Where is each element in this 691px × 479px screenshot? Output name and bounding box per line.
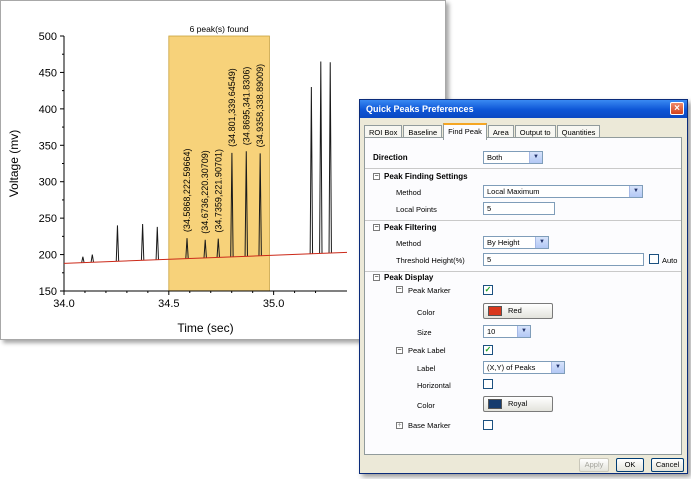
threshold-input[interactable]: 5	[483, 253, 644, 266]
collapse-icon[interactable]: −	[373, 274, 380, 281]
peak-spike	[81, 256, 85, 263]
y-tick-label: 300	[39, 177, 57, 189]
label-type-label: Label	[417, 364, 436, 373]
filtering-method-value: By Height	[487, 238, 520, 247]
direction-label: Direction	[373, 153, 408, 162]
divider	[365, 271, 681, 272]
chevron-down-icon: ▼	[517, 326, 530, 337]
peak-spike	[155, 226, 159, 260]
roi-label: 6 peak(s) found	[190, 24, 249, 34]
peak-marker-label: Peak Marker	[408, 286, 451, 295]
marker-color-label: Color	[417, 308, 435, 317]
peak-filtering-section: Peak Filtering	[384, 223, 437, 232]
peak-marker-checkbox[interactable]: ✓	[483, 285, 493, 295]
y-tick-label: 350	[39, 140, 57, 152]
peak-label: (34.6736,220.30709)	[200, 150, 210, 234]
peak-label-label: Peak Label	[408, 346, 446, 355]
auto-label: Auto	[662, 256, 678, 265]
finding-method-value: Local Maximum	[487, 187, 540, 196]
chevron-down-icon: ▼	[629, 186, 642, 197]
quick-peaks-dialog: Quick Peaks Preferences × ROI Box Baseli…	[359, 99, 688, 474]
label-type-value: (X,Y) of Peaks	[487, 363, 536, 372]
peak-label: (34.5868,222.59664)	[182, 149, 192, 233]
horizontal-label: Horizontal	[417, 381, 451, 390]
peak-label: (34.7359,221.90701)	[213, 149, 223, 233]
dialog-titlebar[interactable]: Quick Peaks Preferences ×	[360, 100, 687, 118]
color-swatch	[488, 399, 502, 409]
marker-color-value: Red	[508, 306, 522, 315]
peak-spike	[140, 223, 145, 261]
collapse-icon[interactable]: −	[396, 286, 403, 293]
horizontal-checkbox[interactable]	[483, 379, 493, 389]
y-axis-label: Voltage (mv)	[7, 130, 21, 197]
label-color-button[interactable]: Royal	[483, 396, 553, 412]
x-tick-label: 34.5	[158, 298, 179, 310]
direction-select[interactable]: Both ▼	[483, 151, 543, 164]
y-tick-label: 200	[39, 250, 57, 262]
y-tick-label: 500	[39, 31, 57, 43]
direction-value: Both	[487, 153, 503, 162]
chevron-down-icon: ▼	[535, 237, 548, 248]
x-tick-label: 34.0	[53, 298, 74, 310]
peak-spike	[115, 225, 120, 262]
marker-size-select[interactable]: 10 ▼	[483, 325, 531, 338]
marker-size-value: 10	[487, 327, 496, 336]
tab-strip: ROI Box Baseline Find Peak Area Output t…	[364, 123, 601, 140]
label-color-value: Royal	[508, 399, 528, 408]
threshold-label: Threshold Height(%)	[396, 256, 465, 265]
dialog-title: Quick Peaks Preferences	[366, 104, 474, 114]
marker-size-label: Size	[417, 328, 432, 337]
label-color-label: Color	[417, 401, 435, 410]
peak-label-checkbox[interactable]: ✓	[483, 345, 493, 355]
peak-label: (34.8695,341.8306)	[241, 67, 251, 146]
y-tick-label: 150	[39, 286, 57, 298]
chevron-down-icon: ▼	[529, 152, 542, 163]
auto-checkbox[interactable]	[649, 254, 659, 264]
marker-color-button[interactable]: Red	[483, 303, 553, 319]
collapse-icon[interactable]: −	[373, 224, 380, 231]
peak-label: (34.9358,338.89009)	[255, 64, 265, 148]
tab-find-peak[interactable]: Find Peak	[443, 123, 487, 140]
filtering-method-select[interactable]: By Height ▼	[483, 236, 549, 249]
peak-label: (34.801,339.64549)	[227, 68, 237, 147]
finding-method-label: Method	[396, 188, 422, 197]
peak-display-section: Peak Display	[384, 273, 434, 282]
y-tick-label: 250	[39, 213, 57, 225]
base-marker-label: Base Marker	[408, 421, 451, 430]
peak-spike	[319, 61, 323, 254]
close-icon[interactable]: ×	[670, 102, 684, 115]
finding-method-select[interactable]: Local Maximum ▼	[483, 185, 643, 198]
peak-finding-section: Peak Finding Settings	[384, 172, 468, 181]
peak-spike	[328, 62, 332, 254]
apply-button[interactable]: Apply	[579, 458, 609, 472]
collapse-icon[interactable]: −	[373, 173, 380, 180]
y-tick-label: 400	[39, 104, 57, 116]
divider	[365, 220, 681, 221]
ok-button[interactable]: OK	[616, 458, 644, 472]
x-axis-label: Time (sec)	[177, 321, 233, 335]
filtering-method-label: Method	[396, 239, 422, 248]
label-type-select[interactable]: (X,Y) of Peaks ▼	[483, 361, 565, 374]
expand-icon[interactable]: +	[396, 422, 403, 429]
peak-spike	[309, 86, 314, 254]
local-points-label: Local Points	[396, 205, 437, 214]
peak-spike	[90, 254, 94, 263]
y-tick-label: 450	[39, 67, 57, 79]
local-points-input[interactable]: 5	[483, 202, 555, 215]
divider	[365, 168, 681, 169]
chevron-down-icon: ▼	[551, 362, 564, 373]
find-peak-panel: Direction Both ▼ − Peak Finding Settings…	[364, 137, 682, 455]
collapse-icon[interactable]: −	[396, 347, 403, 354]
x-tick-label: 35.0	[263, 298, 284, 310]
base-marker-checkbox[interactable]	[483, 420, 493, 430]
color-swatch	[488, 306, 502, 316]
cancel-button[interactable]: Cancel	[651, 458, 684, 472]
